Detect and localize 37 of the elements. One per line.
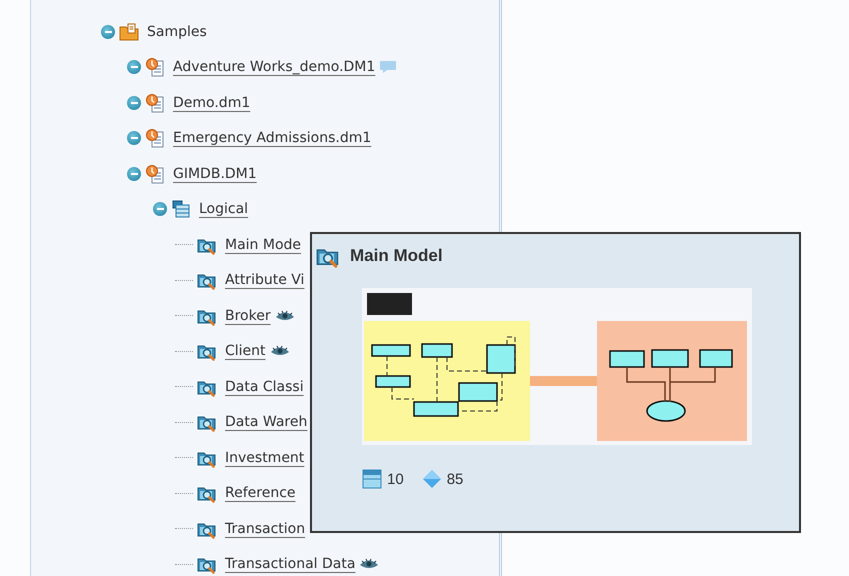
speech-bubble-icon: [379, 60, 398, 74]
table-icon: [171, 199, 191, 220]
popup-title: Main Model: [350, 246, 443, 266]
diamond-icon: [422, 469, 442, 489]
tree-item-label[interactable]: Samples: [147, 24, 207, 40]
eye-icon: [274, 310, 295, 322]
tree-item-label[interactable]: Broker: [225, 308, 271, 324]
table-icon: [362, 469, 382, 489]
tree-item-label[interactable]: Transaction: [225, 520, 306, 537]
tree-item-label[interactable]: Transactional Data: [225, 556, 356, 572]
folder-icon: [119, 22, 139, 41]
tree-item-label[interactable]: Client: [225, 343, 266, 360]
expander-toggle[interactable]: [127, 60, 141, 74]
tree-item-label[interactable]: Investment: [225, 450, 304, 466]
expander-toggle[interactable]: [153, 202, 167, 216]
tree-item-label[interactable]: Adventure Works_demo.DM1: [173, 59, 376, 76]
expander-toggle[interactable]: [127, 166, 141, 181]
tree-item-label[interactable]: Data Wareh: [225, 414, 308, 430]
expander-toggle[interactable]: [127, 96, 141, 110]
stat-count: 10: [387, 470, 404, 488]
tree-item-label[interactable]: Demo.dm1: [173, 94, 250, 111]
tree-item-label[interactable]: Logical: [199, 201, 248, 218]
model-file-icon: [145, 164, 165, 184]
tree-item-label[interactable]: Data Classi: [225, 378, 304, 395]
eye-icon: [359, 558, 380, 570]
eye-icon: [270, 345, 290, 358]
tree-item-label[interactable]: Reference: [225, 485, 296, 502]
model-file-icon: [145, 92, 165, 113]
model-file-icon: [145, 57, 165, 78]
tree-item-label[interactable]: Emergency Admissions.dm1: [173, 130, 372, 146]
expander-toggle[interactable]: [127, 131, 141, 146]
tree-item-label[interactable]: GIMDB.DM1: [173, 166, 257, 182]
model-file-icon: [145, 128, 165, 148]
stat-count: 85: [446, 470, 464, 488]
tree-item-label[interactable]: Attribute Vi: [225, 272, 304, 288]
expander-toggle[interactable]: [101, 24, 115, 39]
tree-item-label[interactable]: Main Mode: [225, 236, 302, 253]
